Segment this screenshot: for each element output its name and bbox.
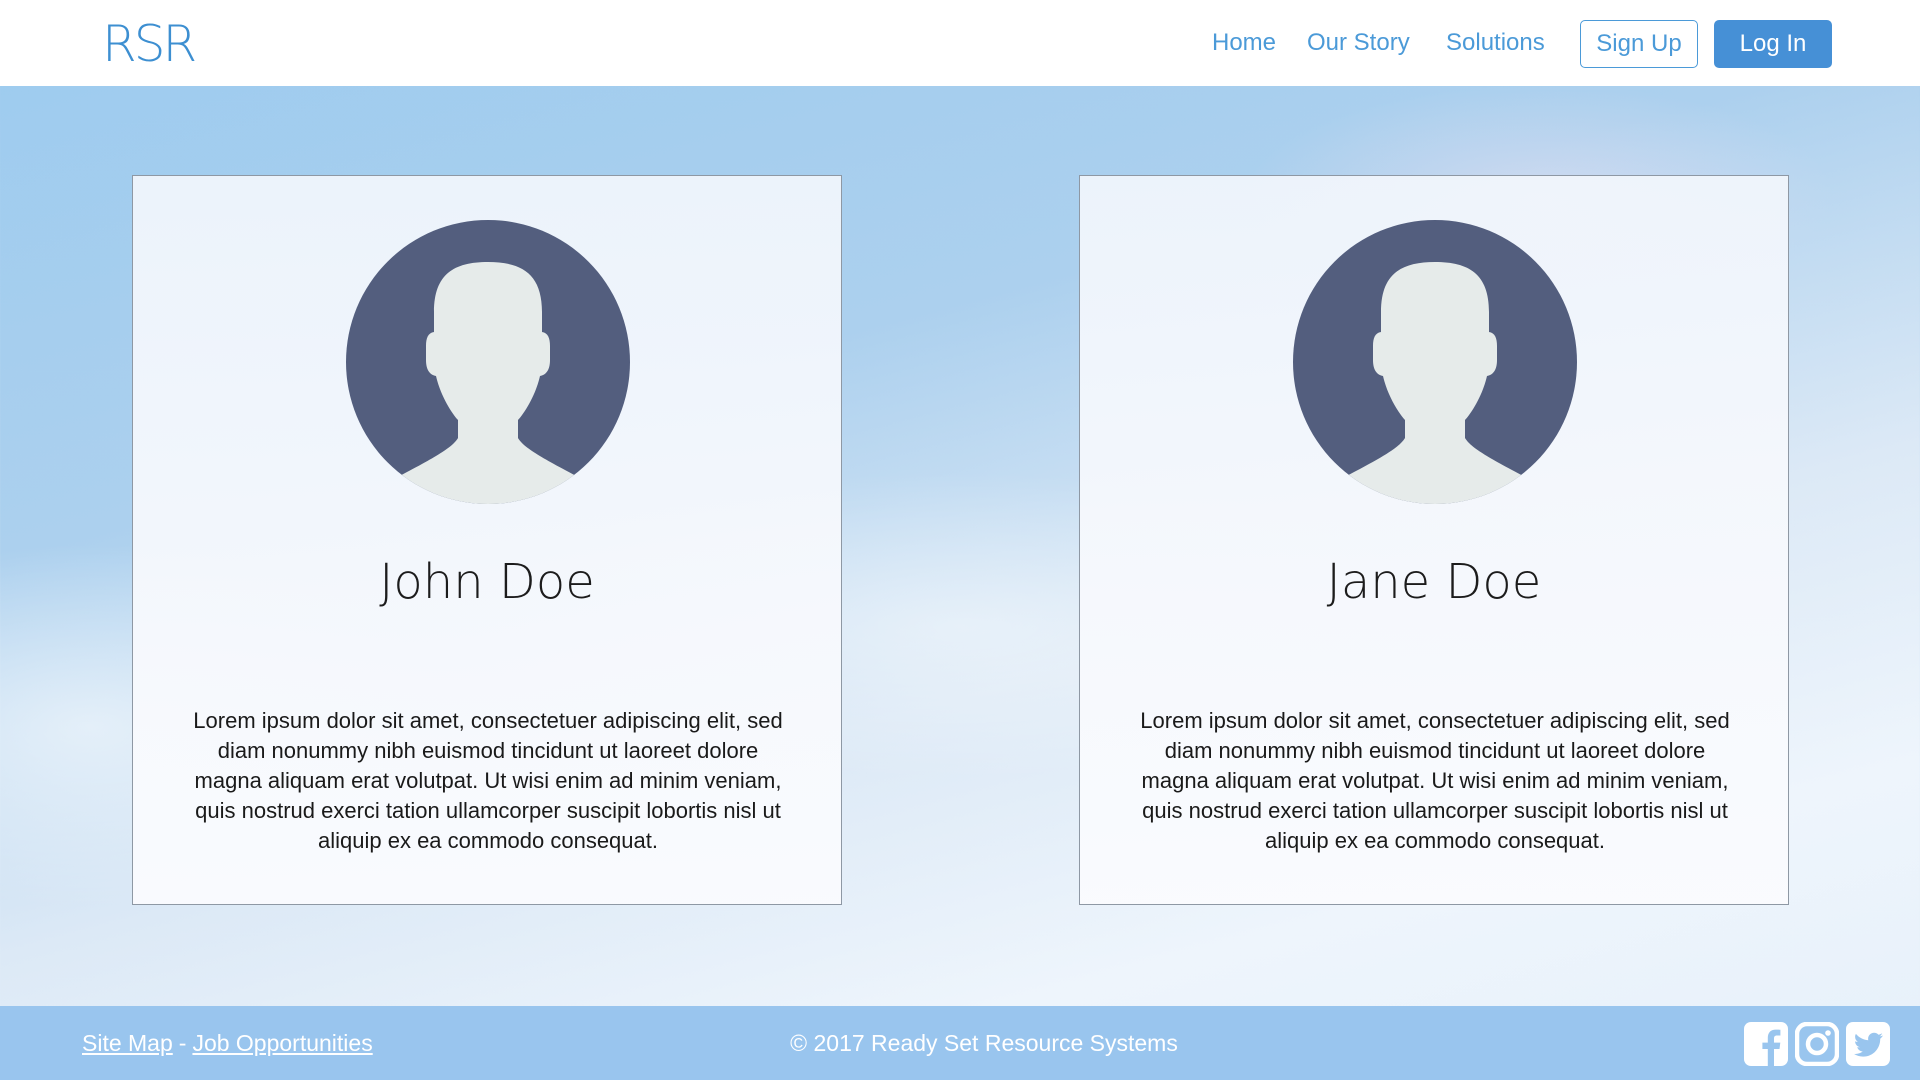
avatar-placeholder-icon <box>1293 220 1577 504</box>
twitter-icon[interactable] <box>1846 1022 1890 1066</box>
logo[interactable]: RSR <box>102 14 197 74</box>
nav-solutions-link[interactable]: Solutions <box>1446 29 1545 57</box>
site-footer: Site Map - Job Opportunities © 2017 Ready … <box>0 1006 1920 1080</box>
person-description: Lorem ipsum dolor sit amet, consectetuer… <box>1140 708 1730 853</box>
log-in-button[interactable]: Log In <box>1714 20 1832 68</box>
copyright-text: © 2017 Ready Set Resource Systems <box>790 1030 1178 1056</box>
avatar-placeholder-icon <box>346 220 630 504</box>
profile-card-john: John Doe Lorem ipsum dolor sit amet, con… <box>132 175 842 905</box>
instagram-icon[interactable] <box>1795 1022 1839 1066</box>
site-header: RSR Home Our Story Solutions Sign Up Log… <box>0 0 1920 86</box>
person-description: Lorem ipsum dolor sit amet, consectetuer… <box>193 708 783 853</box>
person-name: John Doe <box>379 554 595 610</box>
person-name: Jane Doe <box>1326 554 1542 610</box>
facebook-icon[interactable] <box>1744 1022 1788 1066</box>
nav-home-link[interactable]: Home <box>1212 29 1276 57</box>
profile-card-jane: Jane Doe Lorem ipsum dolor sit amet, con… <box>1079 175 1789 905</box>
sign-up-button[interactable]: Sign Up <box>1580 20 1698 68</box>
nav-our-story-link[interactable]: Our Story <box>1307 29 1410 57</box>
social-links <box>1744 1022 1890 1066</box>
